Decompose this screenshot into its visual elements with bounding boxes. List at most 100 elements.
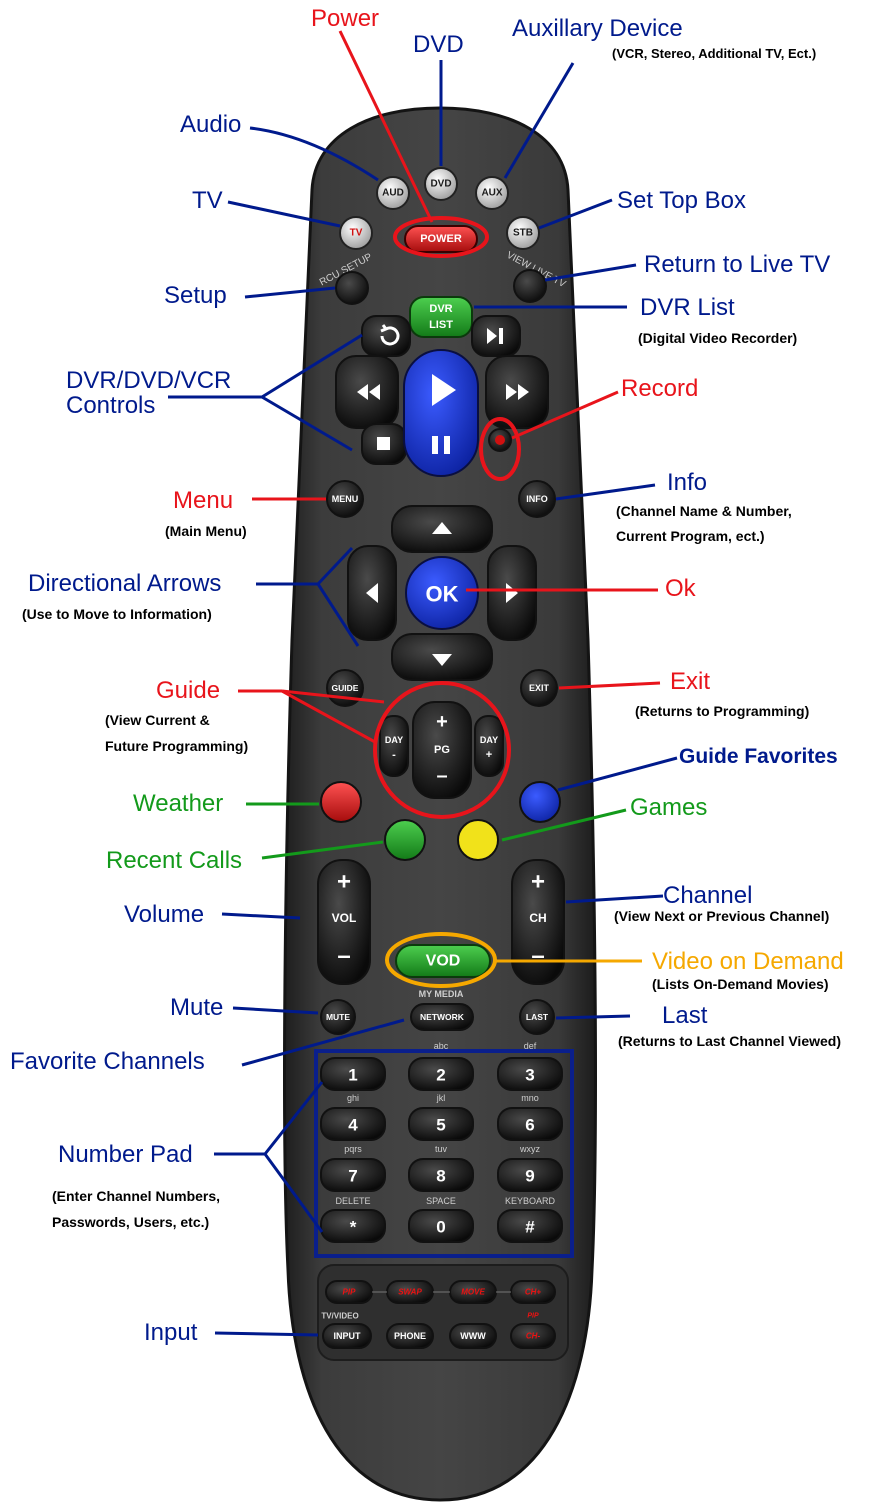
input-button[interactable]: INPUT [322,1323,372,1349]
stop-button[interactable] [361,423,407,465]
exit-button[interactable]: EXIT [520,669,558,707]
rcu-setup-button[interactable] [335,271,369,305]
key-2[interactable]: 2 [408,1057,474,1091]
key-5[interactable]: 5 [408,1107,474,1141]
red-button[interactable] [320,781,362,823]
key-8[interactable]: 8 [408,1158,474,1192]
vod-button[interactable]: VOD [395,944,491,978]
label-aux: Auxillary Device [512,15,683,42]
label-dvr-list-sub: (Digital Video Recorder) [638,330,798,346]
phone-button[interactable]: PHONE [386,1323,434,1349]
key-7[interactable]: 7 [320,1158,386,1192]
label-info-sub-2: Current Program, ect.) [616,528,765,544]
green-button[interactable] [384,819,426,861]
key-hash[interactable]: # [497,1209,563,1243]
skip-forward-button[interactable] [471,315,521,357]
label-input: Input [144,1319,198,1346]
replay-button[interactable] [361,315,411,357]
aux-button[interactable]: AUX [475,176,509,210]
svg-text:TV: TV [350,228,363,239]
menu-button[interactable]: MENU [326,480,364,518]
label-arrows-sub: (Use to Move to Information) [22,606,212,622]
label-setup: Setup [164,282,227,309]
network-button[interactable]: NETWORK [410,1003,474,1031]
play-pause-button[interactable] [403,349,479,477]
label-power: Power [311,5,380,32]
info-button[interactable]: INFO [518,480,556,518]
move-button[interactable]: MOVE [449,1280,497,1304]
page-rocker[interactable]: + PG – [412,701,472,799]
label-controls-1: DVR/DVD/VCR [66,367,232,394]
key-1[interactable]: 1 [320,1057,386,1091]
label-favorite-channels: Favorite Channels [10,1048,205,1075]
channel-rocker[interactable]: + CH – [511,859,565,985]
key-star[interactable]: * [320,1209,386,1243]
label-vod: Video on Demand [652,948,844,975]
view-live-tv-button[interactable] [513,269,547,303]
label-recent-calls: Recent Calls [106,847,243,874]
label-menu: Menu [173,487,234,514]
label-guide-sub-2: Future Programming) [105,738,249,754]
label-last-sub: (Returns to Last Channel Viewed) [618,1033,841,1049]
swap-button[interactable]: SWAP [386,1280,434,1304]
blue-button[interactable] [519,781,561,823]
day-plus-button[interactable]: DAY + [474,715,504,777]
label-guide: Guide [156,677,221,704]
aud-button[interactable]: AUD [376,176,410,210]
label-guide-favorites: Guide Favorites [679,745,838,768]
label-weather: Weather [133,790,224,817]
www-button[interactable]: WWW [449,1323,497,1349]
ch-minus-button[interactable]: CH- [510,1323,556,1349]
mute-button[interactable]: MUTE [320,999,356,1035]
label-last: Last [662,1002,708,1029]
dvd-button[interactable]: DVD [424,167,458,201]
dvr-list-button[interactable]: DVR LIST [409,296,473,338]
ch-plus-button[interactable]: CH+ [510,1280,556,1304]
label-dvr-list: DVR List [640,294,735,321]
yellow-button[interactable] [457,819,499,861]
label-channel-sub: (View Next or Previous Channel) [614,908,830,924]
tv-button[interactable]: TV [339,216,373,250]
stb-button[interactable]: STB [506,216,540,250]
key-0[interactable]: 0 [408,1209,474,1243]
key-6[interactable]: 6 [497,1107,563,1141]
label-number-pad: Number Pad [58,1141,193,1168]
label-vod-sub: (Lists On-Demand Movies) [652,976,829,992]
label-controls-2: Controls [66,392,156,419]
rewind-button[interactable] [335,355,399,429]
volume-rocker[interactable]: + VOL – [317,859,371,985]
label-exit-sub: (Returns to Programming) [635,703,810,719]
label-info-sub-1: (Channel Name & Number, [616,503,792,519]
label-info: Info [667,469,708,496]
label-number-pad-sub-2: Passwords, Users, etc.) [52,1214,210,1230]
label-record: Record [621,375,699,402]
label-menu-sub: (Main Menu) [165,523,247,539]
label-aux-sub: (VCR, Stereo, Additional TV, Ect.) [612,46,817,61]
pip-button[interactable]: PIP [325,1280,373,1304]
power-button[interactable]: POWER [404,225,478,253]
label-mute: Mute [170,994,224,1021]
record-button[interactable] [488,428,512,452]
label-dvd: DVD [413,31,464,58]
label-number-pad-sub-1: (Enter Channel Numbers, [52,1188,221,1204]
last-button[interactable]: LAST [519,999,555,1035]
label-volume: Volume [124,901,205,928]
label-ok: Ok [665,575,696,602]
record-icon [495,435,505,445]
label-live-tv: Return to Live TV [644,251,831,278]
label-guide-sub-1: (View Current & [105,712,210,728]
label-exit: Exit [670,668,711,695]
key-3[interactable]: 3 [497,1057,563,1091]
label-audio: Audio [180,111,242,138]
fast-forward-button[interactable] [485,355,549,429]
label-stb: Set Top Box [617,187,746,214]
label-channel: Channel [663,882,753,909]
label-arrows: Directional Arrows [28,570,222,597]
day-minus-button[interactable]: DAY - [379,715,409,777]
stop-icon [377,437,390,450]
key-4[interactable]: 4 [320,1107,386,1141]
ok-button[interactable]: OK [405,556,479,630]
label-tv: TV [192,187,223,214]
label-games: Games [630,794,708,821]
key-9[interactable]: 9 [497,1158,563,1192]
